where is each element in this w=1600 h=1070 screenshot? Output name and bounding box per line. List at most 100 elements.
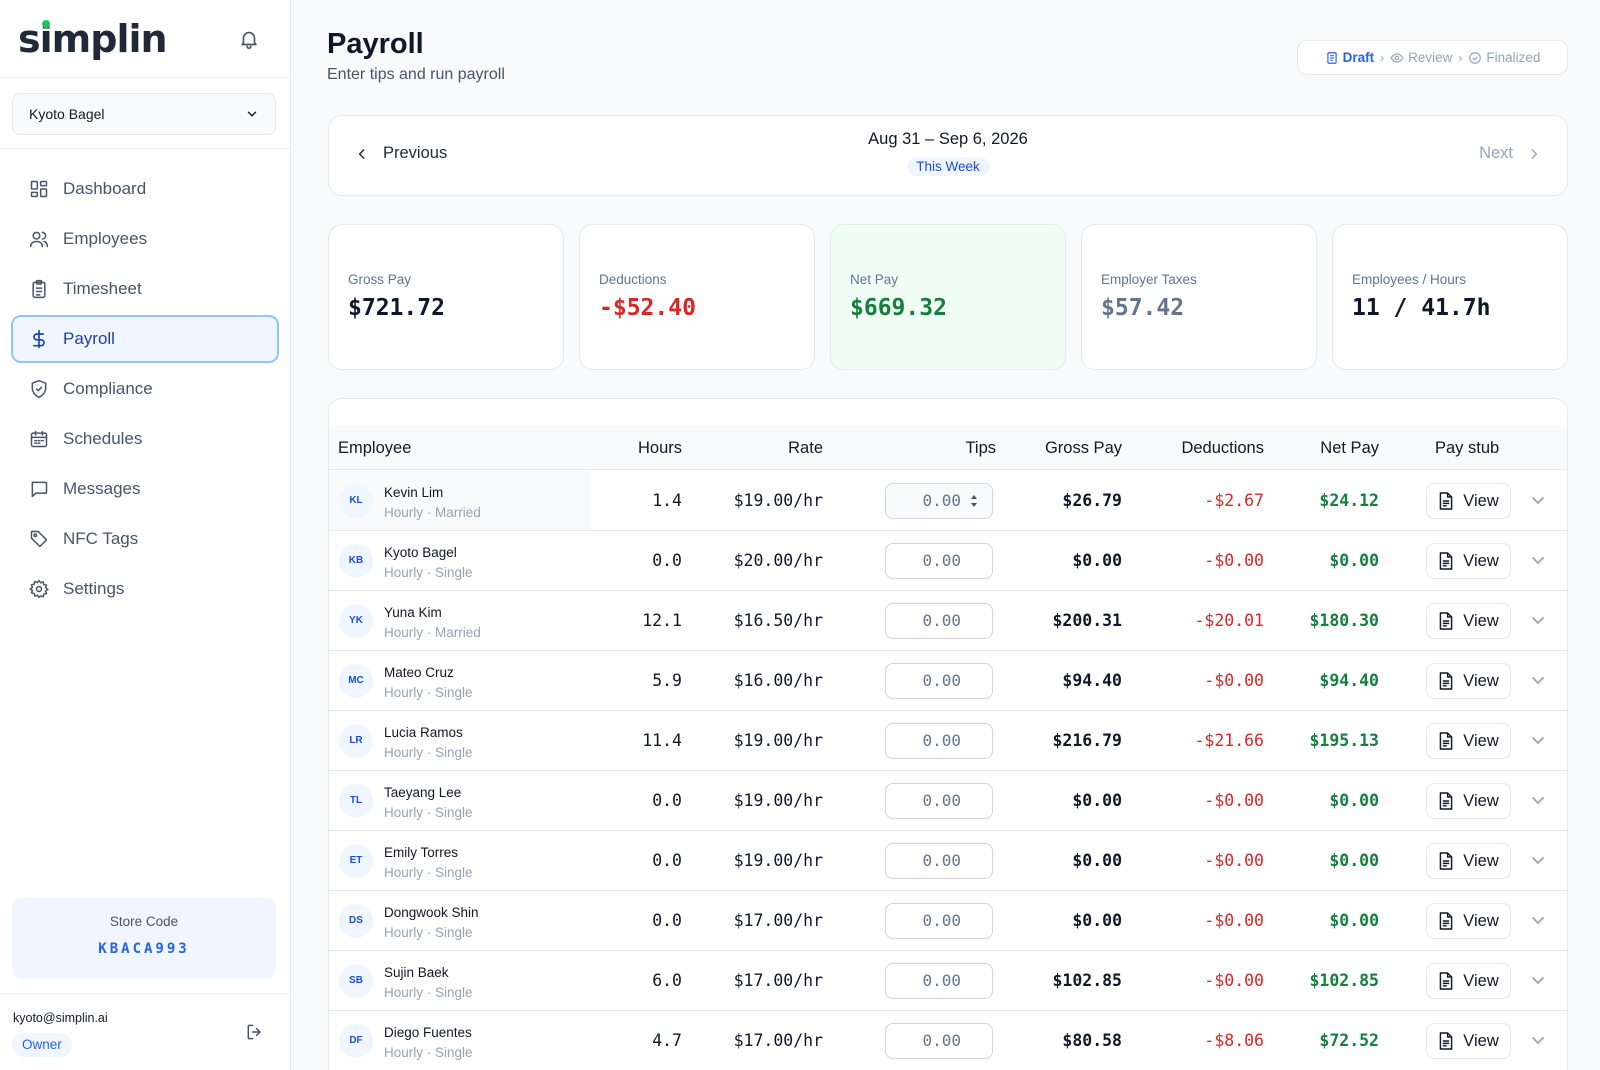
card-value: $721.72 [348, 295, 445, 321]
employee-meta: Hourly · Single [384, 805, 473, 820]
sidebar-item-settings[interactable]: Settings [11, 565, 279, 613]
sidebar-item-employees[interactable]: Employees [11, 215, 279, 263]
chevron-down-icon[interactable] [1531, 795, 1545, 807]
chevron-down-icon[interactable] [1531, 975, 1545, 987]
rate-cell: $19.00/hr [733, 851, 823, 870]
net-pay-cell: $0.00 [1329, 911, 1379, 930]
gross-pay-cell: $216.79 [1052, 731, 1122, 750]
net-pay-cell: $195.13 [1309, 731, 1379, 750]
sidebar-item-schedules[interactable]: Schedules [11, 415, 279, 463]
employee-meta: Hourly · Single [384, 865, 473, 880]
view-pay-stub-button[interactable]: View [1426, 603, 1511, 639]
file-text-icon [1439, 972, 1453, 990]
tips-input[interactable]: 0.00 [885, 783, 993, 819]
chevron-down-icon[interactable] [1531, 735, 1545, 747]
avatar: LR [339, 724, 373, 758]
deductions-cell: -$0.00 [1204, 911, 1264, 930]
payroll-table: Employee Hours Rate Tips Gross Pay Deduc… [328, 398, 1568, 1070]
chevron-down-icon[interactable] [1531, 675, 1545, 687]
tips-input[interactable]: 0.00 [885, 483, 993, 519]
sidebar-item-compliance[interactable]: Compliance [11, 365, 279, 413]
view-pay-stub-button[interactable]: View [1426, 963, 1511, 999]
table-row: DF Diego Fuentes Hourly · Single 4.7 $17.00/… [329, 1011, 1567, 1070]
rate-cell: $20.00/hr [733, 551, 823, 570]
net-pay-cell: $72.52 [1319, 1031, 1379, 1050]
employee-meta: Hourly · Single [384, 985, 473, 1000]
sidebar-item-dashboard[interactable]: Dashboard [11, 165, 279, 213]
chevron-down-icon[interactable] [1531, 495, 1545, 507]
user-email: kyoto@simplin.ai [13, 1011, 108, 1025]
avatar: KL [339, 484, 373, 518]
card-value: $57.42 [1101, 295, 1185, 321]
view-pay-stub-button[interactable]: View [1426, 903, 1511, 939]
sidebar-item-label: Messages [63, 479, 141, 498]
chevron-down-icon [247, 111, 257, 117]
employee-meta: Hourly · Married [384, 625, 481, 640]
dashboard-icon [30, 180, 48, 198]
employee-name: Mateo Cruz [384, 665, 454, 680]
sidebar-item-timesheet[interactable]: Timesheet [11, 265, 279, 313]
view-pay-stub-button[interactable]: View [1426, 843, 1511, 879]
table-row: KL Kevin Lim Hourly · Married 1.4 $19.00/hr 0… [329, 471, 1567, 531]
table-row: KB Kyoto Bagel Hourly · Single 0.0 $20.00/hr… [329, 531, 1567, 591]
gross-pay-cell: $0.00 [1072, 551, 1122, 570]
sidebar-item-nfc-tags[interactable]: NFC Tags [11, 515, 279, 563]
calendar-icon [30, 430, 48, 448]
bell-icon[interactable] [238, 28, 260, 50]
view-pay-stub-button[interactable]: View [1426, 723, 1511, 759]
chevron-down-icon[interactable] [1531, 915, 1545, 927]
view-pay-stub-button[interactable]: View [1426, 483, 1511, 519]
tips-input[interactable]: 0.00 [885, 903, 993, 939]
employee-name: Emily Torres [384, 845, 459, 860]
file-text-icon [1439, 612, 1453, 630]
view-pay-stub-button[interactable]: View [1426, 1023, 1511, 1059]
deductions-cell: -$0.00 [1204, 671, 1264, 690]
sidebar-item-label: Dashboard [63, 179, 147, 198]
column-header-gross-pay: Gross Pay [1044, 439, 1122, 457]
tips-input[interactable]: 0.00 [885, 723, 993, 759]
logo[interactable]: simplin [18, 17, 168, 61]
file-text-icon [1439, 732, 1453, 750]
net-pay-cell: $180.30 [1309, 611, 1379, 630]
view-pay-stub-button[interactable]: View [1426, 663, 1511, 699]
store-selector[interactable]: Kyoto Bagel [12, 93, 276, 135]
card-label: Net Pay [850, 272, 899, 287]
view-label: View [1463, 791, 1499, 810]
card-value: 11 / 41.7h [1352, 295, 1491, 321]
column-header-net-pay: Net Pay [1320, 439, 1379, 457]
tips-input[interactable]: 0.00 [885, 1023, 993, 1059]
tips-input[interactable]: 0.00 [885, 663, 993, 699]
table-row: TL Taeyang Lee Hourly · Single 0.0 $19.00/hr… [329, 771, 1567, 831]
rate-cell: $16.00/hr [733, 671, 823, 690]
period-range: Aug 31 – Sep 6, 2026 [868, 130, 1028, 148]
users-icon [29, 231, 49, 248]
sidebar-item-messages[interactable]: Messages [11, 465, 279, 513]
view-pay-stub-button[interactable]: View [1426, 783, 1511, 819]
sidebar-item-payroll[interactable]: Payroll [11, 315, 279, 363]
spinner-arrows-icon[interactable] [970, 493, 978, 509]
chevron-down-icon[interactable] [1531, 615, 1545, 627]
next-period-button[interactable]: Next [1479, 144, 1541, 163]
net-pay-cell: $0.00 [1329, 851, 1379, 870]
tag-icon [30, 530, 48, 548]
chevron-down-icon[interactable] [1531, 555, 1545, 567]
summary-card-employees-hours: Employees / Hours 11 / 41.7h [1332, 224, 1568, 370]
sidebar-item-label: Employees [63, 229, 148, 248]
column-header-pay-stub: Pay stub [1435, 439, 1500, 457]
store-code-label: Store Code [109, 914, 179, 929]
tips-value: 0.00 [922, 971, 961, 990]
tips-input[interactable]: 0.00 [885, 603, 993, 639]
tips-input[interactable]: 0.00 [885, 963, 993, 999]
table-header: Employee Hours Rate Tips Gross Pay Deduc… [329, 425, 1567, 470]
chevron-down-icon[interactable] [1531, 855, 1545, 867]
hours-cell: 0.0 [652, 791, 682, 810]
logout-icon[interactable] [245, 1022, 265, 1042]
view-pay-stub-button[interactable]: View [1426, 543, 1511, 579]
chevron-down-icon[interactable] [1531, 1035, 1545, 1047]
tips-input[interactable]: 0.00 [885, 843, 993, 879]
tips-value: 0.00 [922, 851, 961, 870]
rate-cell: $17.00/hr [733, 971, 823, 990]
store-code-value[interactable]: KBACA993 [12, 941, 276, 957]
gross-pay-cell: $94.40 [1062, 671, 1122, 690]
tips-input[interactable]: 0.00 [885, 543, 993, 579]
